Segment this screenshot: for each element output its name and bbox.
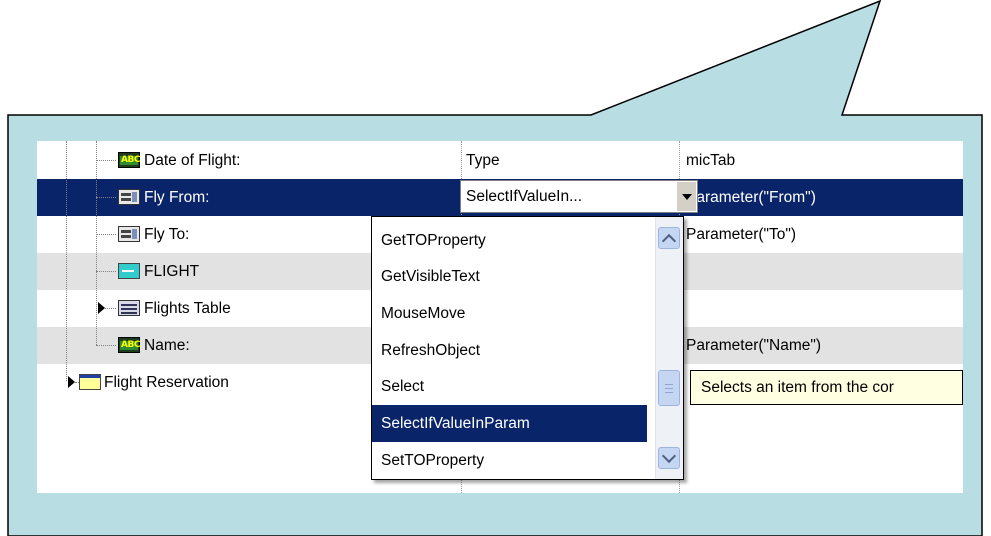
value-cell[interactable]: Parameter("To") xyxy=(686,216,796,253)
tree-item-label: Flights Table xyxy=(144,300,231,317)
tree-connector xyxy=(105,308,116,309)
dropdown-option[interactable]: RefreshObject xyxy=(372,332,647,369)
window-icon xyxy=(79,374,101,390)
tree-connector xyxy=(96,141,97,345)
tree-connector xyxy=(96,160,116,161)
expand-arrow-icon[interactable] xyxy=(98,302,105,314)
tree-item-label: Fly To: xyxy=(144,226,190,243)
table-icon xyxy=(118,300,140,316)
operation-combo-box[interactable]: SelectIfValueIn... xyxy=(460,180,698,213)
tree-item-label: FLIGHT xyxy=(144,263,200,280)
tree-connector xyxy=(66,141,67,381)
dropdown-scrollbar[interactable] xyxy=(655,217,683,479)
dropdown-option[interactable]: MouseMove xyxy=(372,295,647,332)
combo-value: SelectIfValueIn... xyxy=(466,188,583,205)
tree-connector xyxy=(96,271,116,272)
scroll-down-button[interactable] xyxy=(658,447,680,469)
tooltip: Selects an item from the cor xyxy=(690,370,963,405)
dropdown-option[interactable]: GetVisibleText xyxy=(372,258,647,295)
dropdown-option-selected[interactable]: SelectIfValueInParam xyxy=(372,405,647,442)
tree-connector xyxy=(96,234,116,235)
dropdown-option[interactable]: Select xyxy=(372,368,647,405)
chevron-down-icon xyxy=(661,448,677,464)
abc-edit-icon: ABC xyxy=(118,152,140,168)
dropdown-option[interactable]: SetTOProperty xyxy=(372,442,647,479)
chevron-up-icon xyxy=(661,233,677,249)
expand-arrow-icon[interactable] xyxy=(68,376,75,388)
value-cell[interactable]: micTab xyxy=(686,142,735,179)
tree-item-label: Fly From: xyxy=(144,189,210,206)
combo-box-icon xyxy=(118,189,140,205)
chevron-down-icon xyxy=(682,194,692,200)
operation-dropdown-list[interactable]: GetTOProperty GetVisibleText MouseMove R… xyxy=(371,216,684,480)
tree-connector xyxy=(96,197,116,198)
tree-connector xyxy=(96,345,116,346)
dropdown-option[interactable]: GetTOProperty xyxy=(372,222,647,259)
edit-field-icon xyxy=(118,263,140,279)
scroll-up-button[interactable] xyxy=(658,227,680,249)
dropdown-button[interactable] xyxy=(676,182,696,211)
abc-edit-icon: ABC xyxy=(118,337,140,353)
combo-box-icon xyxy=(118,226,140,242)
value-cell[interactable]: Parameter("From") xyxy=(686,179,816,216)
tree-item-label: Flight Reservation xyxy=(104,374,229,391)
scrollbar-thumb[interactable] xyxy=(658,370,680,406)
object-repository-panel: ABC Date of Flight: Type micTab Fly From… xyxy=(37,141,963,493)
tree-item-label: Date of Flight: xyxy=(144,152,241,169)
operation-cell[interactable]: Type xyxy=(466,142,500,179)
tree-item-label: Name: xyxy=(144,337,190,354)
value-cell[interactable]: Parameter("Name") xyxy=(686,327,821,364)
